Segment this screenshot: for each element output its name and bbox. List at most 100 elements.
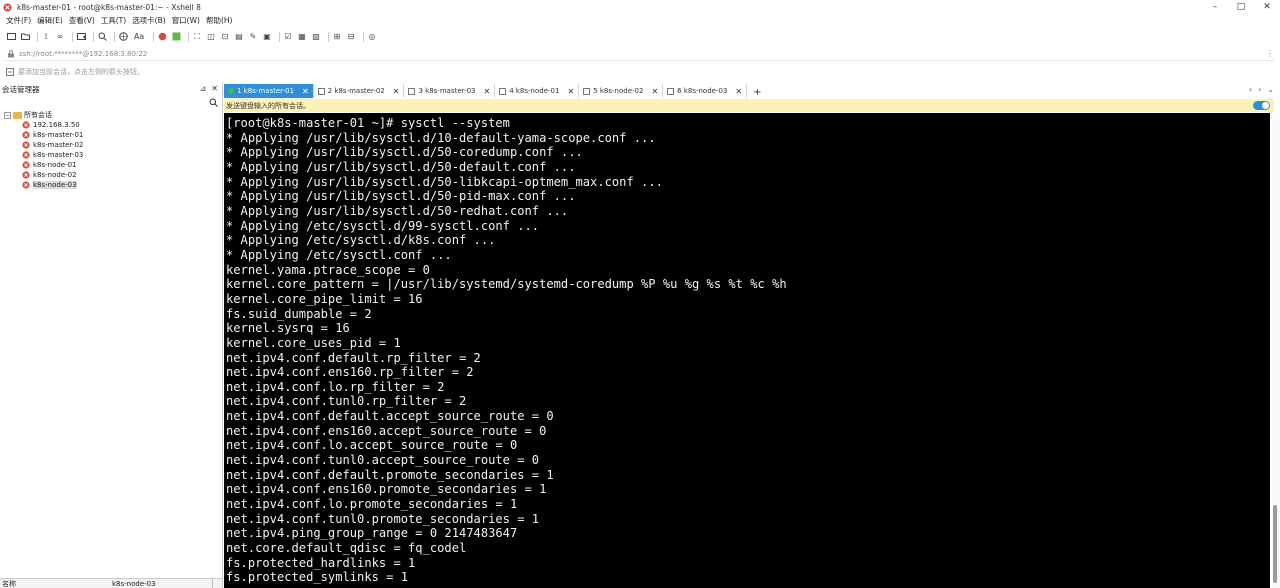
window-title: k8s-master-01 - root@k8s-master-01:~ - X…	[17, 2, 201, 12]
session-properties-footer: 名称 k8s-node-03	[0, 578, 222, 588]
terminal-line: net.ipv4.conf.ens160.rp_filter = 2	[226, 365, 474, 380]
xftp-icon[interactable]	[157, 32, 167, 42]
toolbar-divider	[153, 31, 154, 42]
toolbar-divider	[114, 31, 115, 42]
tab-prev-icon[interactable]: ‹	[1249, 85, 1252, 94]
menu-help[interactable]: 帮助(H)	[206, 15, 233, 26]
lock-icon	[8, 49, 14, 57]
compose-notice-bar: 发送键盘输入的所有会话。	[224, 99, 1274, 112]
terminal-line: net.ipv4.conf.tunl0.accept_source_route …	[226, 453, 540, 468]
log-icon[interactable]: ▦	[297, 32, 307, 42]
scrollbar-thumb[interactable]	[1273, 505, 1277, 583]
terminal-scrollbar[interactable]	[1271, 113, 1280, 588]
new-session-icon[interactable]	[6, 32, 16, 42]
address-bar[interactable]: ssh://root:********@192.168.3.80:22 ⋮	[4, 47, 1274, 61]
tab-close-icon[interactable]: ✕	[484, 87, 491, 96]
terminal-line: * Applying /usr/lib/sysctl.d/50-pid-max.…	[226, 189, 576, 204]
tab-label: 6 k8s-node-03	[677, 87, 728, 95]
tab-k8s-node-02[interactable]: 5 k8s-node-02 ✕	[579, 84, 664, 98]
tab-close-icon[interactable]: ✕	[393, 87, 400, 96]
font-button[interactable]: Aa	[132, 32, 146, 42]
tab-k8s-node-03[interactable]: 6 k8s-node-03 ✕	[663, 84, 748, 98]
session-item[interactable]: k8s-node-02	[4, 170, 222, 180]
tab-label: 1 k8s-master-01	[237, 87, 295, 95]
menu-edit[interactable]: 编辑(E)	[37, 15, 63, 26]
session-manager-header: 会话管理器 ⊿ ✕	[0, 82, 222, 96]
terminal-line: net.ipv4.conf.default.accept_source_rout…	[226, 409, 554, 424]
close-button[interactable]: ✕	[1254, 0, 1280, 14]
globe-icon[interactable]	[118, 32, 128, 42]
toolbar-divider	[72, 31, 73, 42]
session-item[interactable]: k8s-node-01	[4, 160, 222, 170]
new-tab-icon[interactable]	[76, 32, 86, 42]
connect-icon[interactable]: ⟟	[41, 32, 51, 42]
tab-k8s-node-01[interactable]: 4 k8s-node-01 ✕	[495, 84, 580, 98]
session-manager-panel: 会话管理器 ⊿ ✕ − 所有会话 192.168.3.50 k8s-master…	[0, 82, 223, 588]
session-item[interactable]: k8s-master-02	[4, 140, 222, 150]
menu-tools[interactable]: 工具(T)	[101, 15, 126, 26]
tab-close-icon[interactable]: ✕	[302, 87, 309, 96]
tab-list-icon[interactable]: ⌄	[1267, 85, 1274, 94]
terminal-line: kernel.core_pattern = |/usr/lib/systemd/…	[226, 277, 787, 292]
tab-close-icon[interactable]: ✕	[567, 87, 574, 96]
tab-k8s-master-01[interactable]: 1 k8s-master-01 ✕	[224, 84, 314, 98]
terminal-line: net.ipv4.conf.tunl0.rp_filter = 2	[226, 394, 467, 409]
script-icon[interactable]: ▣	[262, 32, 272, 42]
transfer-icon[interactable]	[171, 32, 181, 42]
menu-file[interactable]: 文件(F)	[6, 15, 31, 26]
find-icon[interactable]	[97, 32, 107, 42]
transparent-icon[interactable]: ◫	[206, 32, 216, 42]
terminal-session-icon	[22, 121, 30, 129]
help-icon[interactable]: ◎	[367, 32, 377, 42]
maximize-button[interactable]: □	[1228, 0, 1254, 14]
menu-window[interactable]: 窗口(W)	[172, 15, 200, 26]
tab-k8s-master-02[interactable]: 2 k8s-master-02 ✕	[314, 84, 405, 98]
session-item-label: k8s-master-02	[33, 141, 84, 149]
session-item[interactable]: k8s-master-01	[4, 130, 222, 140]
session-tab-icon	[667, 87, 675, 95]
add-session-arrow-icon[interactable]	[6, 68, 14, 76]
highlight-icon[interactable]: ☑	[283, 32, 293, 42]
panel-close-icon[interactable]: ✕	[211, 84, 218, 93]
address-dropdown-icon[interactable]: ⋮	[1266, 49, 1274, 58]
disconnect-icon[interactable]: ∞	[55, 32, 65, 42]
add-tab-icon[interactable]: +	[747, 87, 767, 98]
notice-text: 发送键盘输入的所有会话。	[226, 101, 310, 110]
session-item[interactable]: k8s-master-03	[4, 150, 222, 160]
file-icon[interactable]: ▧	[311, 32, 321, 42]
menu-tabs[interactable]: 选项卡(B)	[132, 15, 166, 26]
keyboard-icon[interactable]: ▤	[234, 32, 244, 42]
connected-status-icon	[228, 88, 234, 94]
terminal-output[interactable]: [root@k8s-master-01 ~]# sysctl --system *…	[224, 113, 1270, 588]
property-scroll-handle[interactable]	[212, 578, 222, 588]
address-url[interactable]: ssh://root:********@192.168.3.80:22	[19, 50, 147, 58]
compose-icon[interactable]: ✎	[248, 32, 258, 42]
menu-view[interactable]: 查看(V)	[69, 15, 95, 26]
terminal-line: * Applying /etc/sysctl.d/99-sysctl.conf …	[226, 218, 540, 233]
minimize-button[interactable]: –	[1202, 0, 1228, 14]
tree-root-all-sessions[interactable]: − 所有会话	[4, 110, 222, 120]
session-item[interactable]: 192.168.3.50	[4, 120, 222, 130]
tab-close-icon[interactable]: ✕	[651, 87, 658, 96]
terminal-session-icon	[22, 131, 30, 139]
menu-bar: 文件(F) 编辑(E) 查看(V) 工具(T) 选项卡(B) 窗口(W) 帮助(…	[0, 14, 1280, 27]
send-to-all-toggle[interactable]	[1253, 101, 1270, 110]
toolbar-divider	[328, 31, 329, 42]
tab-next-icon[interactable]: ›	[1258, 85, 1261, 94]
terminal-line: * Applying /etc/sysctl.d/k8s.conf ...	[226, 233, 496, 248]
toolbar-divider	[188, 31, 189, 42]
tab-close-icon[interactable]: ✕	[735, 87, 742, 96]
search-icon[interactable]	[209, 98, 218, 107]
tab-k8s-master-03[interactable]: 3 k8s-master-03 ✕	[404, 84, 496, 98]
xshell-icon	[3, 2, 12, 12]
session-manager-title: 会话管理器	[2, 84, 40, 94]
fullscreen-icon[interactable]: ⛶	[192, 32, 202, 42]
send-icon[interactable]: ⊞	[332, 32, 342, 42]
terminal-line: net.ipv4.conf.default.rp_filter = 2	[226, 350, 481, 365]
collapse-icon[interactable]: −	[4, 111, 11, 119]
lock-screen-icon[interactable]: ⊡	[220, 32, 230, 42]
layout-icon[interactable]: ⊟	[346, 32, 356, 42]
session-item-selected[interactable]: k8s-node-03	[4, 180, 222, 190]
pin-icon[interactable]: ⊿	[200, 84, 207, 93]
open-folder-icon[interactable]	[20, 32, 30, 42]
